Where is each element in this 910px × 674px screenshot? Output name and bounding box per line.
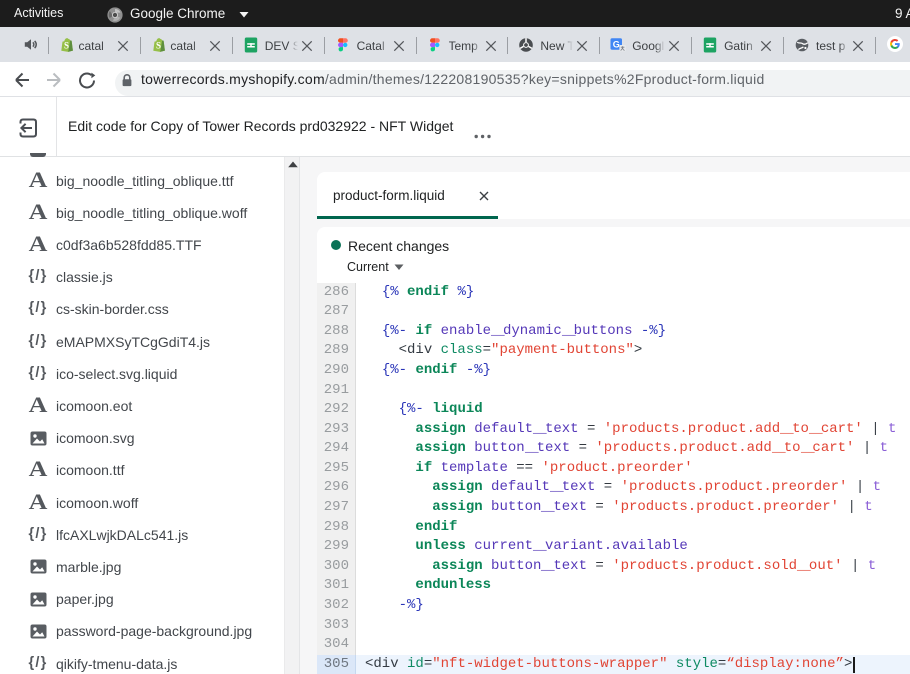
svg-text:S: S [64,41,69,51]
svg-text:S: S [156,41,161,51]
svg-text:G: G [613,40,620,50]
